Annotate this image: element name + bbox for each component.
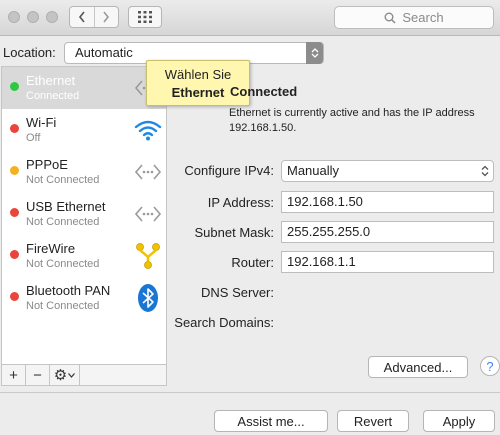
forward-button[interactable] (93, 7, 119, 27)
sidebar-footer: + − ⚙ (1, 364, 167, 386)
gear-icon: ⚙ (53, 367, 68, 384)
service-name: FireWire (26, 241, 76, 256)
assist-me-button[interactable]: Assist me... (214, 410, 328, 432)
firewire-icon (132, 241, 164, 271)
location-label: Location: (3, 45, 56, 60)
service-status: Not Connected (26, 258, 100, 270)
status-title: Connected (230, 84, 298, 99)
status-dot (10, 292, 19, 301)
service-name: PPPoE (26, 157, 68, 172)
tooltip-line-1: Wählen Sie (164, 67, 232, 82)
location-value: Automatic (75, 45, 133, 60)
status-dot (10, 208, 19, 217)
tooltip-callout: Wählen Sie Ethernet (146, 60, 250, 106)
search-placeholder: Search (402, 10, 444, 25)
service-name: USB Ethernet (26, 199, 106, 214)
dns-server-label: DNS Server: (201, 285, 274, 300)
service-item-pppoe[interactable]: PPPoE Not Connected (2, 151, 166, 193)
subnet-mask-field[interactable]: 255.255.255.0 (281, 221, 494, 243)
revert-button[interactable]: Revert (337, 410, 409, 432)
back-button[interactable] (70, 7, 94, 27)
grid-icon (138, 11, 152, 23)
status-description: Ethernet is currently active and has the… (229, 107, 475, 134)
ip-address-field[interactable]: 192.168.1.50 (281, 191, 494, 213)
status-dot (10, 82, 19, 91)
chevron-right-icon (103, 11, 110, 23)
service-status: Not Connected (26, 216, 100, 228)
service-status: Not Connected (26, 300, 100, 312)
status-dot (10, 250, 19, 259)
router-field[interactable]: 192.168.1.1 (281, 251, 494, 273)
help-button[interactable]: ? (480, 356, 500, 376)
service-name: Wi-Fi (26, 115, 57, 130)
service-status: Not Connected (26, 174, 100, 186)
window-toolbar: Search (0, 0, 500, 36)
service-name: Ethernet (26, 73, 76, 88)
service-item-bluetooth-pan[interactable]: Bluetooth PAN Not Connected (2, 277, 166, 319)
zoom-window-button[interactable] (46, 11, 58, 23)
service-item-ethernet[interactable]: Ethernet Connected (2, 67, 166, 109)
show-all-button[interactable] (128, 6, 162, 28)
chevron-left-icon (78, 11, 85, 23)
status-dot (10, 124, 19, 133)
configure-ipv4-dropdown[interactable]: Manually (281, 160, 494, 182)
configure-ipv4-value: Manually (287, 163, 340, 178)
close-window-button[interactable] (8, 11, 20, 23)
dropdown-arrows-icon (481, 165, 489, 177)
subnet-mask-label: Subnet Mask: (194, 225, 275, 240)
navigation-buttons (69, 6, 119, 28)
gear-menu-button[interactable]: ⚙ (50, 365, 80, 385)
search-icon (384, 12, 396, 24)
ethernet-arrows-icon (132, 157, 164, 187)
service-status: Off (26, 132, 41, 144)
service-item-usb-ethernet[interactable]: USB Ethernet Not Connected (2, 193, 166, 235)
search-input[interactable]: Search (334, 6, 494, 29)
search-domains-label: Search Domains: (174, 315, 274, 330)
router-label: Router: (231, 255, 274, 270)
add-service-button[interactable]: + (2, 365, 26, 385)
network-services-list: Ethernet Connected Wi-Fi Off PPPoE Not C… (1, 66, 167, 386)
service-status: Connected (26, 90, 80, 102)
status-dot (10, 166, 19, 175)
dropdown-arrows-icon (306, 42, 323, 64)
ethernet-arrows-icon (132, 199, 164, 229)
chevron-down-icon (68, 372, 76, 378)
service-item-firewire[interactable]: FireWire Not Connected (2, 235, 166, 277)
minimize-window-button[interactable] (27, 11, 39, 23)
advanced-button[interactable]: Advanced... (368, 356, 468, 378)
ip-address-label: IP Address: (207, 195, 274, 210)
remove-service-button[interactable]: − (26, 365, 50, 385)
configure-ipv4-label: Configure IPv4: (184, 163, 274, 178)
bluetooth-icon (132, 283, 164, 313)
wifi-icon (132, 115, 164, 145)
apply-button[interactable]: Apply (423, 410, 495, 432)
service-name: Bluetooth PAN (26, 283, 111, 298)
service-item-wifi[interactable]: Wi-Fi Off (2, 109, 166, 151)
